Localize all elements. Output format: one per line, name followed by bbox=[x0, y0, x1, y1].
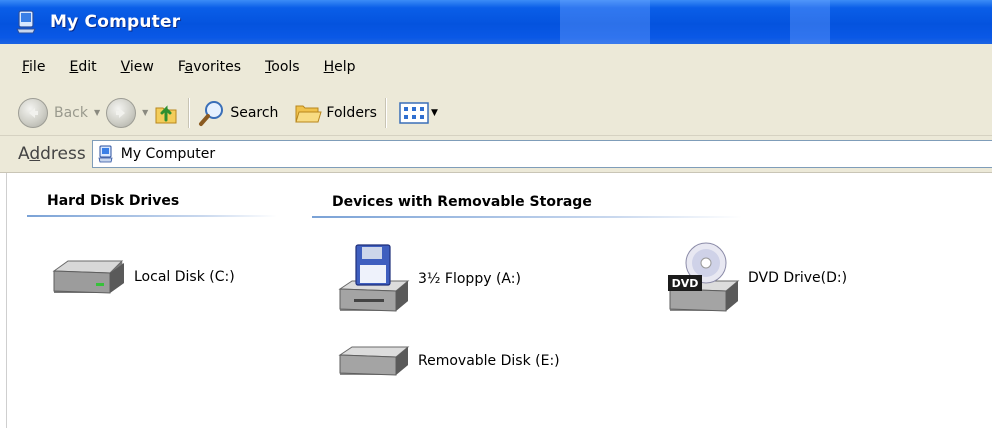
address-label: Address bbox=[18, 144, 86, 164]
drive-floppy-a[interactable]: 3½ Floppy (A:) bbox=[336, 243, 521, 315]
menu-hotkey: H bbox=[323, 59, 335, 75]
search-button[interactable]: Search bbox=[198, 93, 278, 133]
standard-toolbar: Back ▼ ▼ Search Folders ▼ bbox=[0, 90, 992, 136]
menu-hotkey: a bbox=[184, 59, 194, 75]
folders-button[interactable]: Folders bbox=[294, 93, 377, 133]
back-arrow-icon bbox=[18, 97, 48, 128]
dvd-drive-icon: DVD bbox=[668, 242, 740, 312]
group-header-hard-disk: Hard Disk Drives bbox=[47, 193, 180, 209]
drive-label: DVD Drive(D:) bbox=[748, 270, 848, 286]
title-bar-highlight bbox=[790, 0, 830, 44]
back-button[interactable]: Back bbox=[18, 93, 88, 133]
drive-removable-e[interactable]: Removable Disk (E:) bbox=[336, 343, 560, 379]
content-left-border bbox=[6, 173, 7, 428]
folders-label: Folders bbox=[326, 104, 377, 121]
group-underline bbox=[27, 215, 277, 217]
back-label: Back bbox=[54, 104, 88, 121]
forward-button[interactable] bbox=[106, 93, 137, 133]
menu-view[interactable]: View bbox=[121, 59, 154, 75]
search-icon bbox=[199, 100, 224, 126]
address-value: My Computer bbox=[120, 146, 216, 162]
floppy-drive-icon bbox=[338, 244, 410, 312]
menu-label: elp bbox=[334, 59, 356, 75]
explorer-window: My Computer File Edit View Favorites Too… bbox=[0, 0, 992, 428]
menu-hotkey: E bbox=[69, 59, 79, 75]
drive-label: 3½ Floppy (A:) bbox=[418, 271, 521, 287]
folders-icon bbox=[295, 105, 323, 122]
menu-bar: File Edit View Favorites Tools Help bbox=[0, 44, 992, 91]
views-dropdown-icon: ▼ bbox=[430, 107, 438, 118]
menu-label: vorites bbox=[193, 59, 242, 75]
dvd-badge: DVD bbox=[672, 277, 699, 290]
forward-arrow-icon bbox=[106, 97, 137, 128]
menu-label: ile bbox=[29, 59, 46, 75]
drive-label: Local Disk (C:) bbox=[134, 269, 235, 285]
drive-label: Removable Disk (E:) bbox=[418, 353, 560, 369]
address-label-text: A bbox=[18, 144, 30, 164]
menu-help[interactable]: Help bbox=[324, 59, 356, 75]
menu-favorites[interactable]: Favorites bbox=[178, 59, 241, 75]
group-header-removable: Devices with Removable Storage bbox=[332, 194, 592, 210]
back-dropdown-icon[interactable]: ▼ bbox=[94, 108, 100, 117]
drive-dvd-d[interactable]: DVD DVD Drive(D:) bbox=[666, 241, 847, 315]
menu-file[interactable]: File bbox=[22, 59, 45, 75]
toolbar-separator bbox=[384, 97, 387, 128]
menu-label: F bbox=[177, 59, 185, 75]
menu-hotkey: F bbox=[22, 59, 30, 75]
up-folder-button[interactable] bbox=[154, 93, 180, 133]
address-label-hotkey: d bbox=[29, 144, 41, 164]
up-folder-icon bbox=[155, 104, 177, 123]
search-label: Search bbox=[230, 104, 279, 121]
menu-label: dit bbox=[78, 59, 97, 75]
address-label-text: dress bbox=[40, 144, 86, 164]
views-icon bbox=[399, 101, 429, 124]
toolbar-separator bbox=[188, 97, 191, 128]
group-underline bbox=[312, 216, 742, 218]
views-button[interactable]: ▼ bbox=[399, 93, 438, 133]
content-pane: Hard Disk Drives Devices with Removable … bbox=[0, 173, 992, 428]
drive-local-disk-c[interactable]: Local Disk (C:) bbox=[50, 257, 235, 297]
title-bar-highlight bbox=[560, 0, 650, 44]
menu-label: ools bbox=[271, 59, 300, 75]
menu-label: iew bbox=[129, 59, 154, 75]
my-computer-icon[interactable] bbox=[14, 9, 40, 35]
my-computer-icon bbox=[98, 145, 113, 163]
hard-disk-icon bbox=[52, 260, 124, 294]
removable-disk-icon bbox=[338, 346, 410, 376]
menu-edit[interactable]: Edit bbox=[69, 59, 96, 75]
window-title: My Computer bbox=[50, 12, 181, 32]
menu-tools[interactable]: Tools bbox=[265, 59, 300, 75]
forward-dropdown-icon[interactable]: ▼ bbox=[142, 108, 148, 117]
title-bar[interactable]: My Computer bbox=[0, 0, 992, 44]
address-input[interactable]: My Computer bbox=[91, 140, 992, 168]
address-bar: Address My Computer bbox=[0, 136, 992, 173]
menu-hotkey: V bbox=[120, 59, 130, 75]
